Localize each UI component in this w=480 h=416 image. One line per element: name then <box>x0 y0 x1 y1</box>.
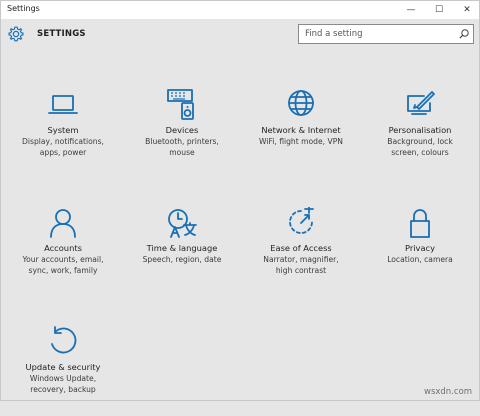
tile-devices[interactable]: Devices Bluetooth, printers, mouse <box>122 89 242 179</box>
minimize-icon: — <box>406 5 416 15</box>
tile-label: Personalisation <box>388 125 452 135</box>
tile-privacy[interactable]: Privacy Location, camera <box>360 207 480 297</box>
tile-label: Devices <box>165 125 199 135</box>
tile-accounts[interactable]: Accounts Your accounts, email, sync, wor… <box>3 207 123 297</box>
search-icon[interactable] <box>458 28 470 40</box>
tile-description: WiFi, flight mode, VPN <box>259 137 343 146</box>
tile-description: Narrator, magnifier, high contrast <box>263 255 339 275</box>
tile-label: System <box>47 125 79 135</box>
lock-icon <box>404 207 436 239</box>
page-title: SETTINGS <box>37 29 86 39</box>
maximize-button[interactable]: ☐ <box>425 1 453 19</box>
tile-label: Time & language <box>146 243 218 253</box>
globe-icon <box>285 89 317 121</box>
tile-network[interactable]: Network & Internet WiFi, flight mode, VP… <box>241 89 361 179</box>
laptop-icon <box>47 89 79 121</box>
tile-label: Ease of Access <box>270 243 332 253</box>
close-icon: ✕ <box>463 5 471 15</box>
person-icon <box>47 207 79 239</box>
paintbrush-screen-icon <box>404 89 436 121</box>
minimize-button[interactable]: — <box>397 1 425 19</box>
close-button[interactable]: ✕ <box>453 1 480 19</box>
update-icon <box>47 326 79 358</box>
tile-label: Update & security <box>25 362 101 372</box>
search-input[interactable] <box>299 25 449 43</box>
tile-description: Background, lock screen, colours <box>387 137 453 157</box>
ease-of-access-icon <box>285 207 317 239</box>
keyboard-speaker-icon <box>166 89 198 121</box>
search-box[interactable] <box>298 24 474 44</box>
tile-label: Network & Internet <box>261 125 341 135</box>
tile-personalisation[interactable]: Personalisation Background, lock screen,… <box>360 89 480 179</box>
clock-language-icon <box>166 207 198 239</box>
tile-system[interactable]: System Display, notifications, apps, pow… <box>3 89 123 179</box>
tile-description: Location, camera <box>387 255 453 264</box>
settings-window: Settings — ☐ ✕ SETTINGS System Display <box>0 0 480 401</box>
tile-description: Bluetooth, printers, mouse <box>145 137 219 157</box>
tile-time-language[interactable]: Time & language Speech, region, date <box>122 207 242 297</box>
tile-description: Windows Update, recovery, backup <box>29 374 97 394</box>
tile-description: Display, notifications, apps, power <box>22 137 104 157</box>
tile-label: Accounts <box>44 243 82 253</box>
watermark-text: wsxdn.com <box>424 387 473 397</box>
window-title: Settings <box>7 4 40 13</box>
tile-description: Speech, region, date <box>142 255 222 264</box>
tile-ease-of-access[interactable]: Ease of Access Narrator, magnifier, high… <box>241 207 361 297</box>
title-bar[interactable]: Settings — ☐ ✕ <box>1 1 479 19</box>
tile-label: Privacy <box>404 243 436 253</box>
tile-description: Your accounts, email, sync, work, family <box>22 255 104 275</box>
maximize-icon: ☐ <box>434 5 444 15</box>
tile-update-security[interactable]: Update & security Windows Update, recove… <box>3 326 123 416</box>
gear-icon <box>7 25 25 43</box>
